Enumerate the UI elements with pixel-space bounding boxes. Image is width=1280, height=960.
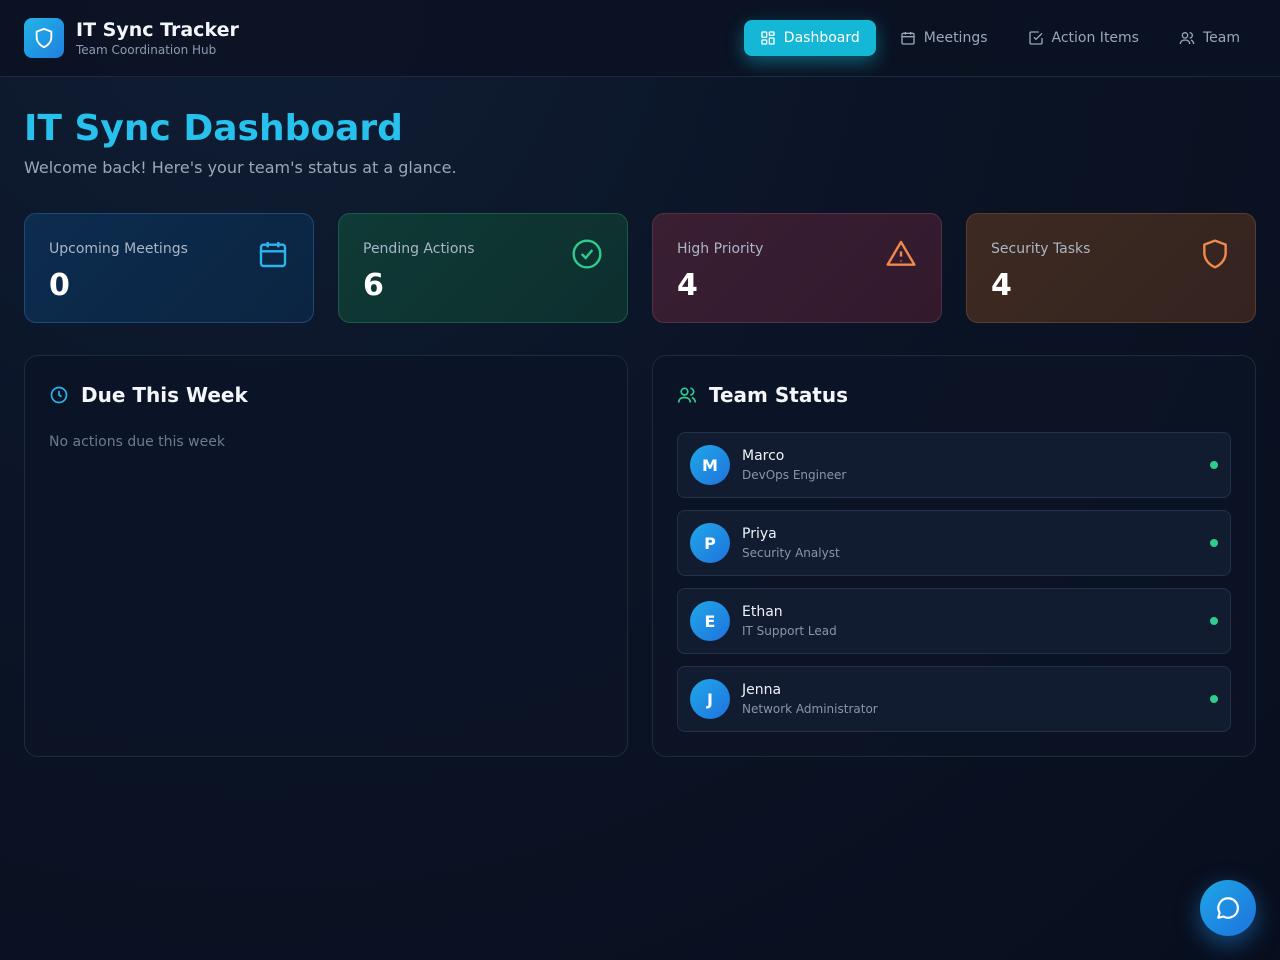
stat-cards: Upcoming Meetings 0 Pending Actions 6 Hi… — [24, 213, 1256, 323]
panel-title: Due This Week — [81, 383, 248, 407]
avatar: P — [690, 523, 730, 563]
team-member[interactable]: E Ethan IT Support Lead — [677, 588, 1231, 654]
due-this-week-panel: Due This Week No actions due this week — [24, 355, 628, 757]
avatar: E — [690, 601, 730, 641]
member-role: IT Support Lead — [742, 624, 837, 638]
calendar-icon — [901, 32, 915, 45]
member-role: Network Administrator — [742, 702, 878, 716]
brand-subtitle: Team Coordination Hub — [76, 43, 217, 57]
stat-value: 4 — [991, 268, 1012, 303]
stat-upcoming-meetings[interactable]: Upcoming Meetings 0 — [24, 213, 314, 323]
nav-action-items-label: Action Items — [1051, 30, 1139, 46]
stat-high-priority[interactable]: High Priority 4 — [652, 213, 942, 323]
stat-value: 0 — [49, 268, 70, 303]
status-dot — [1210, 617, 1218, 625]
member-name: Marco — [742, 448, 785, 464]
brand-title: IT Sync Tracker — [76, 19, 239, 41]
stat-value: 6 — [363, 268, 384, 303]
stat-pending-actions[interactable]: Pending Actions 6 — [338, 213, 628, 323]
member-role: Security Analyst — [742, 546, 840, 560]
stat-value: 4 — [677, 268, 698, 303]
nav-dashboard[interactable]: Dashboard — [743, 20, 876, 56]
nav-team-label: Team — [1202, 30, 1240, 46]
main-nav: Dashboard Meetings Action Items Team — [743, 20, 1256, 56]
member-name: Ethan — [742, 604, 783, 620]
nav-dashboard-label: Dashboard — [783, 30, 860, 46]
stat-security-tasks[interactable]: Security Tasks 4 — [966, 213, 1256, 323]
member-name: Jenna — [742, 682, 782, 698]
stat-label: High Priority — [677, 241, 764, 257]
users-icon — [677, 387, 697, 403]
chat-bubble-icon — [1217, 897, 1239, 919]
member-name: Priya — [742, 526, 777, 542]
shield-icon — [24, 18, 64, 58]
users-icon — [1179, 32, 1195, 45]
stat-label: Upcoming Meetings — [49, 241, 188, 257]
checkbox-icon — [1028, 31, 1043, 45]
chat-button[interactable] — [1200, 880, 1256, 936]
check-circle-icon — [572, 239, 602, 269]
team-member[interactable]: M Marco DevOps Engineer — [677, 432, 1231, 498]
team-status-panel: Team Status M Marco DevOps Engineer P Pr… — [652, 355, 1256, 757]
app-header: IT Sync Tracker Team Coordination Hub Da… — [0, 0, 1280, 77]
nav-meetings[interactable]: Meetings — [884, 20, 1004, 56]
panel-title: Team Status — [709, 383, 849, 407]
grid-icon — [761, 31, 775, 45]
status-dot — [1210, 461, 1218, 469]
brand[interactable]: IT Sync Tracker Team Coordination Hub — [24, 18, 239, 58]
page-subtitle: Welcome back! Here's your team's status … — [24, 158, 457, 177]
avatar: J — [690, 679, 730, 719]
alert-triangle-icon — [886, 240, 916, 266]
shield-icon — [1203, 239, 1227, 269]
status-dot — [1210, 539, 1218, 547]
page-title: IT Sync Dashboard — [24, 108, 403, 149]
team-member[interactable]: P Priya Security Analyst — [677, 510, 1231, 576]
team-member[interactable]: J Jenna Network Administrator — [677, 666, 1231, 732]
stat-label: Pending Actions — [363, 241, 475, 257]
calendar-icon — [259, 242, 287, 268]
stat-label: Security Tasks — [991, 241, 1091, 257]
nav-action-items[interactable]: Action Items — [1012, 20, 1155, 56]
member-role: DevOps Engineer — [742, 468, 847, 482]
clock-icon — [50, 386, 68, 404]
empty-state: No actions due this week — [49, 434, 225, 450]
avatar: M — [690, 445, 730, 485]
team-member-list: M Marco DevOps Engineer P Priya Security… — [677, 432, 1231, 744]
nav-team[interactable]: Team — [1163, 20, 1256, 56]
status-dot — [1210, 695, 1218, 703]
nav-meetings-label: Meetings — [923, 30, 988, 46]
